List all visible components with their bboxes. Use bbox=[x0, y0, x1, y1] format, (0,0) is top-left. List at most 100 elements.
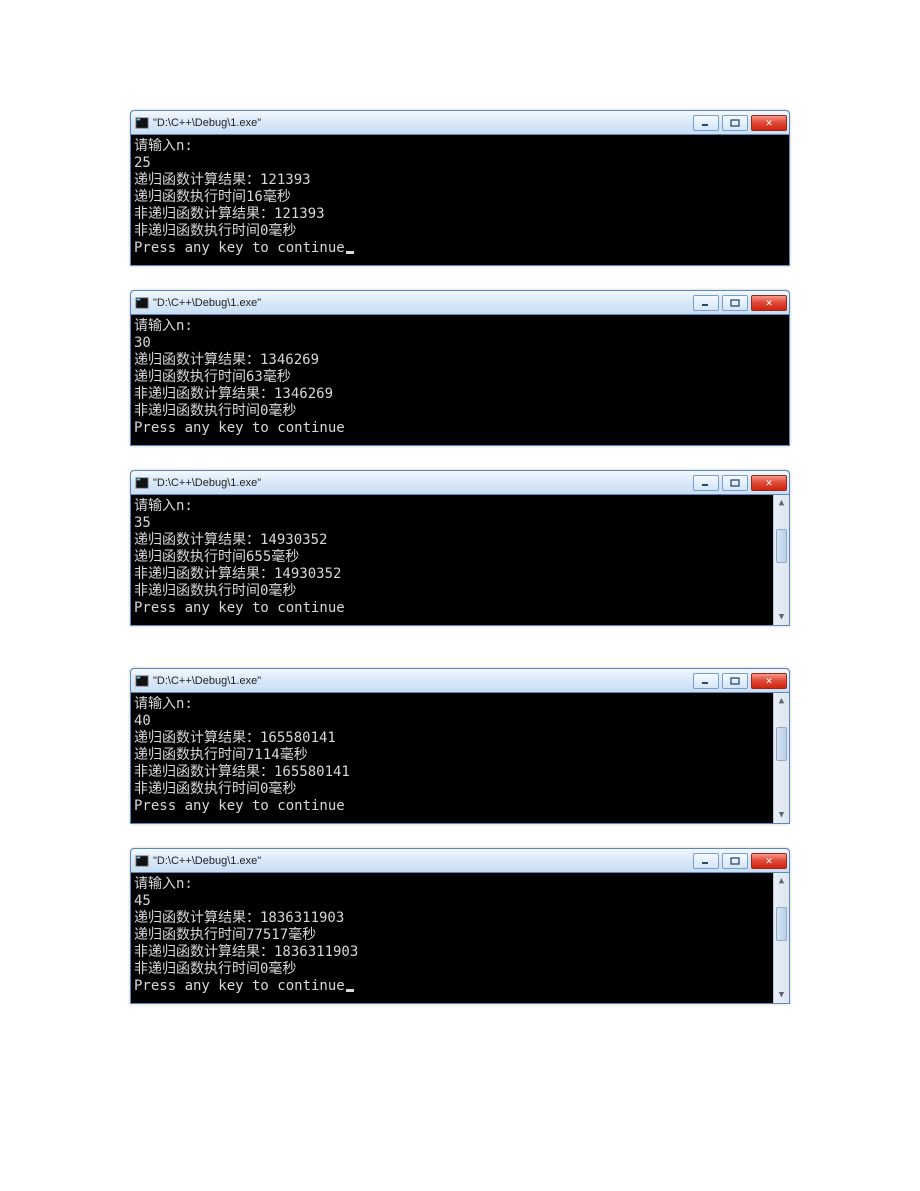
scroll-up-icon[interactable]: ▲ bbox=[774, 693, 789, 709]
scroll-track[interactable] bbox=[774, 889, 789, 987]
window-buttons: ✕ bbox=[693, 295, 787, 311]
console-line: 请输入n: bbox=[134, 498, 770, 515]
window-buttons: ✕ bbox=[693, 673, 787, 689]
console-line: 递归函数执行时间63毫秒 bbox=[134, 369, 786, 386]
maximize-button[interactable] bbox=[722, 673, 748, 689]
console-window: "D:\C++\Debug\1.exe" ✕ 请输入n:30递归函数计算结果：134… bbox=[130, 290, 790, 446]
vertical-scrollbar[interactable]: ▲▼ bbox=[773, 495, 789, 625]
console-line: Press any key to continue bbox=[134, 420, 786, 437]
console-line: 递归函数执行时间7114毫秒 bbox=[134, 747, 770, 764]
console-body[interactable]: 请输入n:25递归函数计算结果：121393递归函数执行时间16毫秒非递归函数计… bbox=[131, 135, 789, 265]
vertical-scrollbar[interactable]: ▲▼ bbox=[773, 693, 789, 823]
console-line: 递归函数计算结果：1346269 bbox=[134, 352, 786, 369]
window-title: "D:\C++\Debug\1.exe" bbox=[153, 117, 693, 129]
cmd-icon bbox=[135, 116, 149, 130]
console-line: 请输入n: bbox=[134, 876, 770, 893]
scroll-thumb[interactable] bbox=[776, 907, 787, 941]
console-line: Press any key to continue bbox=[134, 240, 786, 257]
console-line: Press any key to continue bbox=[134, 600, 770, 617]
console-line: 非递归函数计算结果：165580141 bbox=[134, 764, 770, 781]
console-body-wrap: 请输入n:40递归函数计算结果：165580141递归函数执行时间7114毫秒非… bbox=[131, 693, 789, 823]
window-buttons: ✕ bbox=[693, 853, 787, 869]
maximize-button[interactable] bbox=[722, 115, 748, 131]
console-line: 非递归函数执行时间0毫秒 bbox=[134, 403, 786, 420]
console-body[interactable]: 请输入n:40递归函数计算结果：165580141递归函数执行时间7114毫秒非… bbox=[131, 693, 773, 823]
console-window: "D:\C++\Debug\1.exe" ✕ 请输入n:25递归函数计算结果：121… bbox=[130, 110, 790, 266]
window-buttons: ✕ bbox=[693, 475, 787, 491]
minimize-button[interactable] bbox=[693, 673, 719, 689]
scroll-down-icon[interactable]: ▼ bbox=[774, 807, 789, 823]
console-body[interactable]: 请输入n:35递归函数计算结果：14930352递归函数执行时间655毫秒非递归… bbox=[131, 495, 773, 625]
console-body-wrap: 请输入n:35递归函数计算结果：14930352递归函数执行时间655毫秒非递归… bbox=[131, 495, 789, 625]
cmd-icon bbox=[135, 674, 149, 688]
close-button[interactable]: ✕ bbox=[751, 673, 787, 689]
console-line: 35 bbox=[134, 515, 770, 532]
minimize-button[interactable] bbox=[693, 115, 719, 131]
console-body[interactable]: 请输入n:30递归函数计算结果：1346269递归函数执行时间63毫秒非递归函数… bbox=[131, 315, 789, 445]
console-line: 递归函数执行时间77517毫秒 bbox=[134, 927, 770, 944]
console-line: 请输入n: bbox=[134, 318, 786, 335]
titlebar[interactable]: "D:\C++\Debug\1.exe" ✕ bbox=[131, 849, 789, 873]
maximize-button[interactable] bbox=[722, 295, 748, 311]
console-body-wrap: 请输入n:30递归函数计算结果：1346269递归函数执行时间63毫秒非递归函数… bbox=[131, 315, 789, 445]
console-line: 非递归函数执行时间0毫秒 bbox=[134, 961, 770, 978]
console-line: 非递归函数执行时间0毫秒 bbox=[134, 781, 770, 798]
console-line: 请输入n: bbox=[134, 138, 786, 155]
titlebar[interactable]: "D:\C++\Debug\1.exe" ✕ bbox=[131, 291, 789, 315]
close-button[interactable]: ✕ bbox=[751, 853, 787, 869]
console-window: "D:\C++\Debug\1.exe" ✕ 请输入n:35递归函数计算结果：149… bbox=[130, 470, 790, 626]
console-line: 递归函数计算结果：1836311903 bbox=[134, 910, 770, 927]
console-line: Press any key to continue bbox=[134, 978, 770, 995]
titlebar[interactable]: "D:\C++\Debug\1.exe" ✕ bbox=[131, 111, 789, 135]
scroll-down-icon[interactable]: ▼ bbox=[774, 987, 789, 1003]
scroll-track[interactable] bbox=[774, 709, 789, 807]
scroll-up-icon[interactable]: ▲ bbox=[774, 495, 789, 511]
window-title: "D:\C++\Debug\1.exe" bbox=[153, 855, 693, 867]
console-line: 非递归函数计算结果：14930352 bbox=[134, 566, 770, 583]
titlebar[interactable]: "D:\C++\Debug\1.exe" ✕ bbox=[131, 669, 789, 693]
cmd-icon bbox=[135, 296, 149, 310]
console-body-wrap: 请输入n:25递归函数计算结果：121393递归函数执行时间16毫秒非递归函数计… bbox=[131, 135, 789, 265]
maximize-button[interactable] bbox=[722, 853, 748, 869]
console-line: 递归函数计算结果：121393 bbox=[134, 172, 786, 189]
cmd-icon bbox=[135, 854, 149, 868]
maximize-button[interactable] bbox=[722, 475, 748, 491]
console-line: 递归函数计算结果：14930352 bbox=[134, 532, 770, 549]
scroll-thumb[interactable] bbox=[776, 529, 787, 563]
close-button[interactable]: ✕ bbox=[751, 295, 787, 311]
console-line: 30 bbox=[134, 335, 786, 352]
console-line: 25 bbox=[134, 155, 786, 172]
console-line: 45 bbox=[134, 893, 770, 910]
scroll-down-icon[interactable]: ▼ bbox=[774, 609, 789, 625]
minimize-button[interactable] bbox=[693, 853, 719, 869]
close-button[interactable]: ✕ bbox=[751, 115, 787, 131]
window-buttons: ✕ bbox=[693, 115, 787, 131]
console-window: "D:\C++\Debug\1.exe" ✕ 请输入n:40递归函数计算结果：165… bbox=[130, 668, 790, 824]
console-line: 请输入n: bbox=[134, 696, 770, 713]
console-window: "D:\C++\Debug\1.exe" ✕ 请输入n:45递归函数计算结果：183… bbox=[130, 848, 790, 1004]
titlebar[interactable]: "D:\C++\Debug\1.exe" ✕ bbox=[131, 471, 789, 495]
window-title: "D:\C++\Debug\1.exe" bbox=[153, 477, 693, 489]
cursor-icon bbox=[346, 251, 354, 254]
scroll-up-icon[interactable]: ▲ bbox=[774, 873, 789, 889]
console-body[interactable]: 请输入n:45递归函数计算结果：1836311903递归函数执行时间77517毫… bbox=[131, 873, 773, 1003]
console-body-wrap: 请输入n:45递归函数计算结果：1836311903递归函数执行时间77517毫… bbox=[131, 873, 789, 1003]
console-line: 非递归函数计算结果：121393 bbox=[134, 206, 786, 223]
cursor-icon bbox=[346, 989, 354, 992]
scroll-thumb[interactable] bbox=[776, 727, 787, 761]
minimize-button[interactable] bbox=[693, 295, 719, 311]
window-title: "D:\C++\Debug\1.exe" bbox=[153, 675, 693, 687]
console-line: 递归函数执行时间16毫秒 bbox=[134, 189, 786, 206]
console-line: 递归函数计算结果：165580141 bbox=[134, 730, 770, 747]
close-button[interactable]: ✕ bbox=[751, 475, 787, 491]
vertical-scrollbar[interactable]: ▲▼ bbox=[773, 873, 789, 1003]
scroll-track[interactable] bbox=[774, 511, 789, 609]
console-line: Press any key to continue bbox=[134, 798, 770, 815]
window-title: "D:\C++\Debug\1.exe" bbox=[153, 297, 693, 309]
cmd-icon bbox=[135, 476, 149, 490]
console-line: 40 bbox=[134, 713, 770, 730]
console-line: 非递归函数计算结果：1836311903 bbox=[134, 944, 770, 961]
console-line: 非递归函数执行时间0毫秒 bbox=[134, 223, 786, 240]
minimize-button[interactable] bbox=[693, 475, 719, 491]
console-line: 非递归函数计算结果：1346269 bbox=[134, 386, 786, 403]
